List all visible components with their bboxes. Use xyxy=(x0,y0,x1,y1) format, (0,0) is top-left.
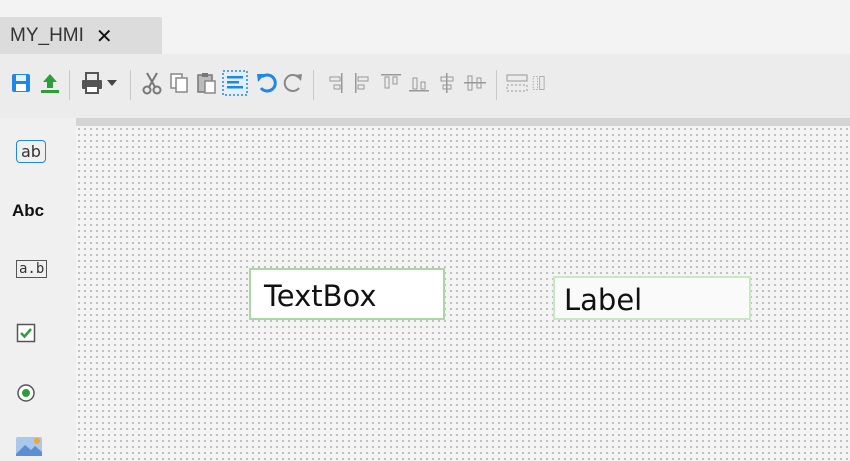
toolbar xyxy=(0,54,850,119)
toolbar-separator xyxy=(130,70,131,100)
label-tool-icon: Abc xyxy=(12,201,45,220)
align-middle-icon[interactable] xyxy=(434,68,460,98)
toolbox-input-tool[interactable]: a.b xyxy=(16,252,60,286)
toolbar-separator xyxy=(69,70,70,100)
toolbox-checkbox-tool[interactable] xyxy=(16,316,60,350)
chevron-down-icon[interactable] xyxy=(104,68,120,98)
canvas-ruler-shadow xyxy=(76,118,850,126)
upload-icon[interactable] xyxy=(37,68,63,98)
close-icon[interactable]: ✕ xyxy=(96,24,113,48)
tab-bar: MY_HMI ✕ xyxy=(0,0,850,54)
toolbox-panel: ab Abc a.b xyxy=(0,118,76,461)
toolbox-label-tool[interactable]: Abc xyxy=(12,194,56,228)
toolbar-separator xyxy=(313,70,314,100)
align-top-icon[interactable] xyxy=(378,68,404,98)
redo-icon[interactable] xyxy=(280,68,306,98)
canvas-textbox-widget[interactable]: TextBox xyxy=(249,268,445,320)
tab-my-hmi[interactable]: MY_HMI ✕ xyxy=(0,17,162,54)
cut-icon[interactable] xyxy=(139,68,165,98)
radio-button-icon xyxy=(17,384,35,402)
distribute-horizontal-icon[interactable] xyxy=(504,68,530,98)
toolbox-image-tool[interactable] xyxy=(16,434,60,461)
save-icon[interactable] xyxy=(8,68,34,98)
toolbox-textbox-tool[interactable]: ab xyxy=(16,134,60,168)
print-icon[interactable] xyxy=(77,68,107,98)
input-tool-icon: a.b xyxy=(16,260,48,278)
undo-icon[interactable] xyxy=(254,68,280,98)
select-all-icon[interactable] xyxy=(220,68,250,98)
canvas-label-widget[interactable]: Label xyxy=(553,276,751,320)
copy-icon[interactable] xyxy=(166,68,192,98)
align-bottom-icon[interactable] xyxy=(406,68,432,98)
image-icon xyxy=(16,437,42,456)
textbox-tool-icon: ab xyxy=(16,139,46,163)
tab-title: MY_HMI xyxy=(10,24,84,46)
paste-icon[interactable] xyxy=(193,68,219,98)
align-left-icon[interactable] xyxy=(350,68,376,98)
distribute-vertical-icon[interactable] xyxy=(531,68,547,98)
toolbar-separator xyxy=(496,70,497,100)
toolbox-radio-tool[interactable] xyxy=(16,376,60,410)
checkbox-icon xyxy=(16,323,36,343)
align-center-icon[interactable] xyxy=(462,68,488,98)
align-right-icon[interactable] xyxy=(322,68,348,98)
